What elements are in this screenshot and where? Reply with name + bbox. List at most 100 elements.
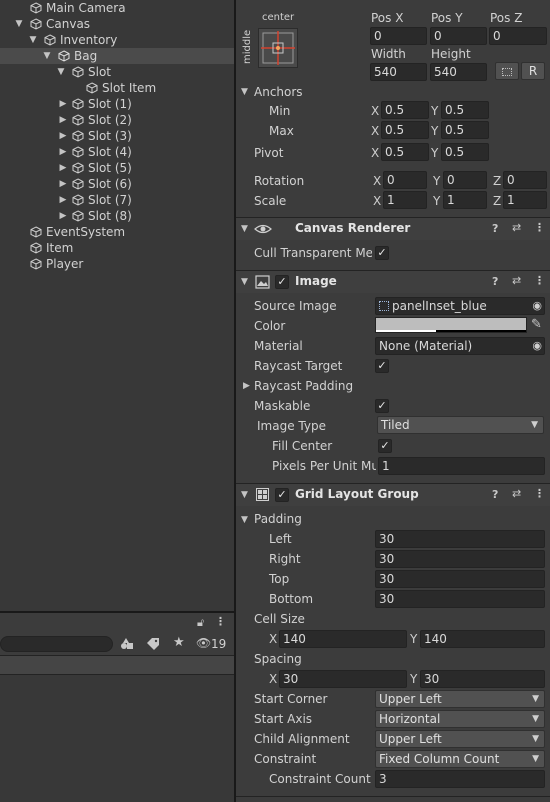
- hierarchy-item-slot-item[interactable]: Slot Item: [0, 80, 234, 96]
- hierarchy-item-slot-4[interactable]: ▶ Slot (4): [0, 144, 234, 160]
- child-alignment-dropdown[interactable]: Upper Left ▼: [375, 730, 545, 748]
- kebab-menu-icon[interactable]: ⋮: [215, 615, 226, 628]
- object-picker-icon[interactable]: ◉: [532, 298, 542, 314]
- foldout-expanded-icon[interactable]: ▼: [241, 87, 248, 97]
- padding-top-field[interactable]: 30: [375, 570, 545, 588]
- hierarchy-item-main-camera[interactable]: Main Camera: [0, 0, 234, 16]
- foldout-collapsed-icon[interactable]: ▶: [58, 144, 68, 160]
- padding-left-field[interactable]: 30: [375, 530, 545, 548]
- anchor-min-y-field[interactable]: 0.5: [441, 101, 489, 119]
- foldout-expanded-icon[interactable]: ▼: [56, 64, 66, 80]
- foldout-expanded-icon[interactable]: ▼: [241, 224, 248, 234]
- raycast-target-checkbox[interactable]: ✓: [375, 359, 389, 373]
- lock-icon[interactable]: 🔓︎: [197, 616, 204, 630]
- start-corner-dropdown[interactable]: Upper Left ▼: [375, 690, 545, 708]
- kebab-menu-icon[interactable]: ⋮: [534, 221, 545, 234]
- cell-size-y-field[interactable]: 140: [420, 630, 545, 648]
- spacing-x-field[interactable]: 30: [279, 670, 407, 688]
- foldout-expanded-icon[interactable]: ▼: [241, 515, 248, 525]
- favorites-star-icon[interactable]: ★: [173, 635, 185, 650]
- foldout-expanded-icon[interactable]: ▼: [28, 32, 38, 48]
- height-field[interactable]: 540: [430, 63, 487, 81]
- pivot-x-field[interactable]: 0.5: [381, 143, 429, 161]
- foldout-expanded-icon[interactable]: ▼: [14, 16, 24, 32]
- pos-x-field[interactable]: 0: [370, 27, 427, 45]
- filter-by-label-icon[interactable]: [146, 637, 160, 651]
- help-icon[interactable]: ?: [492, 275, 498, 288]
- hierarchy-item-item[interactable]: Item: [0, 240, 234, 256]
- eyedropper-icon[interactable]: ✎: [531, 317, 542, 332]
- hidden-packages-icon[interactable]: 👁︎: [196, 636, 211, 650]
- source-image-field[interactable]: panelInset_blue ◉: [375, 297, 545, 315]
- hierarchy-item-slot-1[interactable]: ▶ Slot (1): [0, 96, 234, 112]
- foldout-expanded-icon[interactable]: ▼: [42, 48, 52, 64]
- width-field[interactable]: 540: [370, 63, 427, 81]
- hierarchy-item-inventory[interactable]: ▼ Inventory: [0, 32, 234, 48]
- scale-x-field[interactable]: 1: [383, 191, 427, 209]
- pixels-per-unit-field[interactable]: 1: [378, 457, 545, 475]
- constraint-count-field[interactable]: 3: [375, 770, 545, 788]
- anchor-presets-button[interactable]: [258, 28, 298, 68]
- foldout-collapsed-icon[interactable]: ▶: [58, 96, 68, 112]
- grid-layout-enabled-checkbox[interactable]: ✓: [275, 488, 289, 502]
- blueprint-mode-button[interactable]: [495, 62, 519, 80]
- foldout-expanded-icon[interactable]: ▼: [241, 490, 248, 500]
- foldout-collapsed-icon[interactable]: ▶: [58, 192, 68, 208]
- fill-center-checkbox[interactable]: ✓: [378, 439, 392, 453]
- scale-y-field[interactable]: 1: [443, 191, 487, 209]
- foldout-collapsed-icon[interactable]: ▶: [58, 160, 68, 176]
- hierarchy-item-slot-6[interactable]: ▶ Slot (6): [0, 176, 234, 192]
- hierarchy-item-slot[interactable]: ▼ Slot: [0, 64, 234, 80]
- foldout-collapsed-icon[interactable]: ▶: [58, 128, 68, 144]
- help-icon[interactable]: ?: [492, 222, 498, 235]
- image-enabled-checkbox[interactable]: ✓: [275, 275, 289, 289]
- padding-right-field[interactable]: 30: [375, 550, 545, 568]
- cell-size-x-field[interactable]: 140: [279, 630, 407, 648]
- filter-by-type-icon[interactable]: [120, 637, 134, 651]
- foldout-collapsed-icon[interactable]: ▶: [58, 176, 68, 192]
- preset-icon[interactable]: ⇄: [512, 274, 521, 287]
- foldout-collapsed-icon[interactable]: ▶: [243, 381, 250, 391]
- hierarchy-item-slot-5[interactable]: ▶ Slot (5): [0, 160, 234, 176]
- pos-y-field[interactable]: 0: [430, 27, 487, 45]
- padding-bottom-field[interactable]: 30: [375, 590, 545, 608]
- hierarchy-item-bag[interactable]: ▼ Bag: [0, 48, 234, 64]
- foldout-collapsed-icon[interactable]: ▶: [58, 208, 68, 224]
- kebab-menu-icon[interactable]: ⋮: [534, 487, 545, 500]
- anchor-max-y-field[interactable]: 0.5: [441, 121, 489, 139]
- pos-z-field[interactable]: 0: [489, 27, 547, 45]
- anchor-max-x-field[interactable]: 0.5: [381, 121, 429, 139]
- rotation-z-field[interactable]: 0: [503, 171, 547, 189]
- hierarchy-item-slot-8[interactable]: ▶ Slot (8): [0, 208, 234, 224]
- cull-transparent-checkbox[interactable]: ✓: [375, 246, 389, 260]
- pivot-y-field[interactable]: 0.5: [441, 143, 489, 161]
- anchor-min-x-field[interactable]: 0.5: [381, 101, 429, 119]
- raw-edit-button[interactable]: R: [521, 62, 545, 80]
- image-type-dropdown[interactable]: Tiled ▼: [377, 416, 544, 434]
- raycast-padding-label[interactable]: Raycast Padding: [254, 379, 353, 393]
- start-axis-dropdown[interactable]: Horizontal ▼: [375, 710, 545, 728]
- grid-layout-header[interactable]: ▼ ✓ Grid Layout Group ? ⇄ ⋮: [236, 484, 550, 506]
- preset-icon[interactable]: ⇄: [512, 221, 521, 234]
- constraint-dropdown[interactable]: Fixed Column Count ▼: [375, 750, 545, 768]
- kebab-menu-icon[interactable]: ⋮: [534, 274, 545, 287]
- rotation-x-field[interactable]: 0: [383, 171, 427, 189]
- hierarchy-item-player[interactable]: Player: [0, 256, 234, 272]
- spacing-y-field[interactable]: 30: [420, 670, 545, 688]
- hierarchy-item-slot-7[interactable]: ▶ Slot (7): [0, 192, 234, 208]
- foldout-expanded-icon[interactable]: ▼: [241, 277, 248, 287]
- project-search-input[interactable]: [0, 636, 113, 652]
- hierarchy-item-canvas[interactable]: ▼ Canvas: [0, 16, 234, 32]
- rotation-y-field[interactable]: 0: [443, 171, 487, 189]
- maskable-checkbox[interactable]: ✓: [375, 399, 389, 413]
- object-picker-icon[interactable]: ◉: [532, 338, 542, 354]
- help-icon[interactable]: ?: [492, 488, 498, 501]
- hierarchy-item-slot-3[interactable]: ▶ Slot (3): [0, 128, 234, 144]
- preset-icon[interactable]: ⇄: [512, 487, 521, 500]
- hierarchy-item-eventsystem[interactable]: EventSystem: [0, 224, 234, 240]
- hierarchy-item-slot-2[interactable]: ▶ Slot (2): [0, 112, 234, 128]
- image-header[interactable]: ▼ ✓ Image ? ⇄ ⋮: [236, 271, 550, 293]
- scale-z-field[interactable]: 1: [503, 191, 547, 209]
- color-field[interactable]: [375, 317, 527, 333]
- material-field[interactable]: None (Material) ◉: [375, 337, 545, 355]
